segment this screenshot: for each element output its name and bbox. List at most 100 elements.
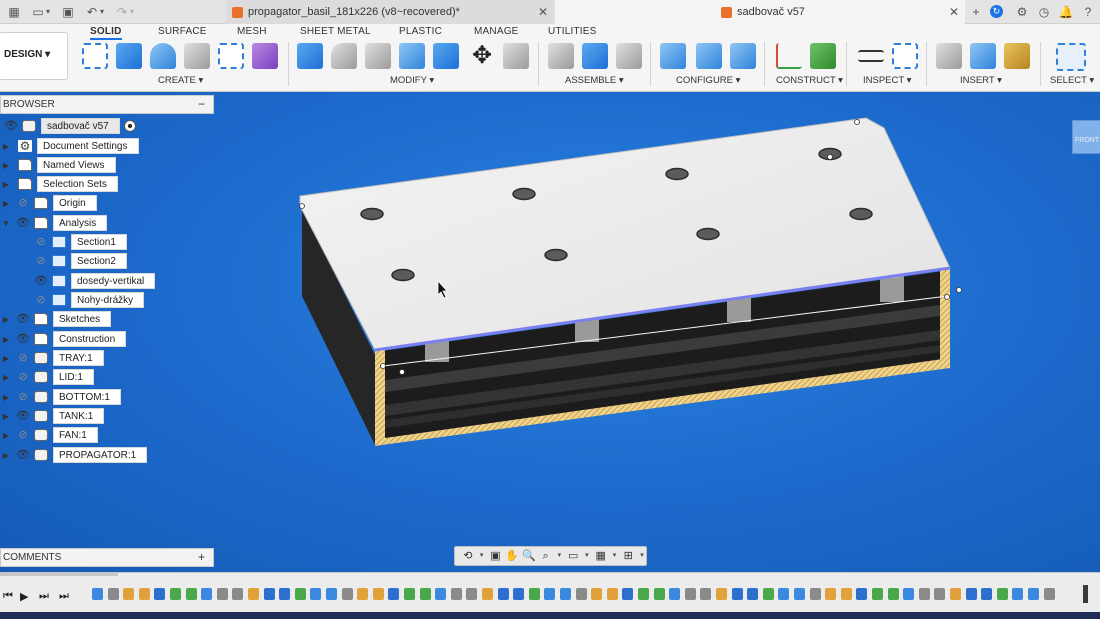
browser-item-nohy-drazky[interactable]: ⊘ Nohy-drážky — [34, 292, 145, 308]
timeline-feature-icon[interactable] — [263, 588, 275, 600]
visibility-eye-icon[interactable]: 👁 — [16, 448, 30, 462]
expand-arrow-icon[interactable]: ▶ — [2, 199, 10, 208]
timeline-feature-icon[interactable] — [747, 588, 759, 600]
browser-item-analysis[interactable]: ▼ 👁 Analysis — [2, 215, 108, 231]
timeline-feature-icon[interactable] — [404, 588, 415, 600]
timeline-feature-icon[interactable] — [544, 588, 556, 600]
browser-panel-header[interactable]: BROWSER − — [0, 95, 214, 114]
pan-icon[interactable]: ✋ — [505, 549, 519, 563]
browser-item-fan[interactable]: ▶ ⊘ FAN:1 — [2, 427, 98, 443]
timeline-feature-icon[interactable] — [216, 588, 228, 600]
visibility-eye-hidden-icon[interactable]: ⊘ — [34, 254, 48, 268]
timeline-feature-icon[interactable] — [872, 588, 883, 600]
chevron-down-icon[interactable]: ▾ — [583, 549, 591, 563]
browser-root[interactable]: 👁 sadbovač v57 — [4, 118, 136, 134]
browser-item-sketches[interactable]: ▶ 👁 Sketches — [3, 311, 112, 327]
timeline-feature-icon[interactable] — [185, 588, 197, 600]
visibility-eye-hidden-icon[interactable]: ⊘ — [34, 235, 48, 249]
expand-arrow-icon[interactable]: ▶ — [2, 373, 10, 382]
visibility-eye-icon[interactable]: 👁 — [16, 332, 30, 346]
browser-item-document-settings[interactable]: ▶ ⚙ Document Settings — [2, 138, 139, 154]
timeline-feature-icon[interactable] — [279, 588, 291, 600]
timeline-feature-icon[interactable] — [903, 588, 915, 600]
timeline-feature-icon[interactable] — [388, 588, 400, 600]
timeline-feature-icon[interactable] — [528, 588, 540, 600]
model-canvas[interactable] — [0, 0, 1100, 619]
timeline-feature-icon[interactable] — [840, 588, 852, 600]
browser-item-bottom[interactable]: ▶ ⊘ BOTTOM:1 — [2, 389, 121, 405]
orbit-icon[interactable]: ⟲ — [461, 549, 475, 563]
visibility-eye-hidden-icon[interactable]: ⊘ — [34, 293, 48, 307]
browser-item-construction[interactable]: ▶ 👁 Construction — [2, 331, 127, 347]
timeline-feature-icon[interactable] — [560, 588, 571, 600]
browser-item-origin[interactable]: ▶ ⊘ Origin — [2, 195, 97, 211]
visibility-eye-hidden-icon[interactable]: ⊘ — [16, 196, 30, 210]
timeline-feature-icon[interactable] — [154, 588, 166, 600]
go-to-start-icon[interactable]: ⏮ — [3, 590, 13, 603]
visibility-eye-hidden-icon[interactable]: ⊘ — [16, 390, 30, 404]
timeline-feature-icon[interactable] — [700, 588, 712, 600]
timeline-feature-icon[interactable] — [357, 588, 369, 600]
timeline-feature-icon[interactable] — [731, 588, 743, 600]
timeline-feature-icon[interactable] — [606, 588, 618, 600]
browser-item-section1[interactable]: ⊘ Section1 — [34, 234, 127, 250]
timeline-scrollbar[interactable] — [0, 573, 118, 576]
visibility-eye-icon[interactable]: 👁 — [34, 274, 48, 288]
timeline-feature-icon[interactable] — [575, 588, 587, 600]
play-icon[interactable]: ▶ — [20, 590, 28, 603]
visibility-eye-hidden-icon[interactable]: ⊘ — [16, 428, 30, 442]
expand-arrow-icon[interactable]: ▶ — [2, 412, 10, 421]
timeline-feature-icon[interactable] — [201, 588, 213, 600]
visibility-eye-icon[interactable]: 👁 — [4, 119, 18, 133]
timeline-feature-icon[interactable] — [123, 588, 135, 600]
expand-arrow-icon[interactable]: ▶ — [2, 142, 10, 151]
visibility-eye-hidden-icon[interactable]: ⊘ — [16, 370, 30, 384]
expand-arrow-icon[interactable]: ▶ — [2, 354, 10, 363]
view-cube-front-face[interactable]: FRONT — [1072, 120, 1100, 154]
visibility-eye-icon[interactable]: 👁 — [16, 409, 30, 423]
visibility-eye-hidden-icon[interactable]: ⊘ — [16, 351, 30, 365]
timeline-feature-icon[interactable] — [372, 588, 384, 600]
timeline-feature-icon[interactable] — [887, 588, 899, 600]
chevron-down-icon[interactable]: ▾ — [638, 549, 646, 563]
timeline-feature-icon[interactable] — [762, 588, 774, 600]
expand-arrow-icon[interactable]: ▶ — [2, 431, 10, 440]
timeline-feature-icon[interactable] — [326, 588, 337, 600]
grid-icon[interactable]: ▦ — [594, 549, 608, 563]
timeline-feature-icon[interactable] — [778, 588, 790, 600]
visibility-eye-icon[interactable]: 👁 — [16, 216, 30, 230]
timeline-feature-icon[interactable] — [981, 588, 993, 600]
timeline-feature-icon[interactable] — [591, 588, 603, 600]
timeline-feature-icon[interactable] — [856, 588, 868, 600]
timeline-feature-icon[interactable] — [107, 588, 119, 600]
expand-arrow-icon[interactable]: ▶ — [2, 393, 10, 402]
viewports-icon[interactable]: ⊞ — [621, 549, 635, 563]
browser-item-section2[interactable]: ⊘ Section2 — [34, 253, 127, 269]
go-to-end-icon[interactable]: ⏭ — [59, 590, 69, 603]
timeline-feature-icon[interactable] — [794, 588, 805, 600]
view-cube[interactable]: FRONT — [1066, 112, 1100, 154]
timeline-feature-icon[interactable] — [1043, 588, 1055, 600]
chevron-down-icon[interactable]: ▾ — [611, 549, 619, 563]
comments-panel-header[interactable]: COMMENTS + — [0, 548, 214, 567]
timeline-feature-icon[interactable] — [497, 588, 509, 600]
timeline-feature-icon[interactable] — [138, 588, 150, 600]
timeline-feature-icon[interactable] — [965, 588, 977, 600]
expand-arrow-icon[interactable]: ▶ — [2, 161, 10, 170]
timeline-feature-icon[interactable] — [825, 588, 837, 600]
timeline-feature-icon[interactable] — [513, 588, 525, 600]
step-forward-icon[interactable]: ⏭ — [39, 590, 49, 603]
timeline-feature-icon[interactable] — [638, 588, 649, 600]
browser-item-tray[interactable]: ▶ ⊘ TRAY:1 — [2, 350, 104, 366]
browser-item-selection-sets[interactable]: ▶ Selection Sets — [3, 176, 118, 192]
timeline-feature-icon[interactable] — [310, 588, 322, 600]
expand-arrow-icon[interactable]: ▶ — [2, 335, 10, 344]
browser-item-dosedy-vertikal[interactable]: 👁 dosedy-vertikal — [34, 273, 156, 289]
visibility-eye-icon[interactable]: 👁 — [16, 312, 30, 326]
timeline-feature-icon[interactable] — [622, 588, 634, 600]
look-at-icon[interactable]: ▣ — [489, 549, 503, 563]
timeline-feature-icon[interactable] — [482, 588, 493, 600]
timeline-feature-icon[interactable] — [419, 588, 431, 600]
timeline-feature-icon[interactable] — [716, 588, 727, 600]
add-comment-icon[interactable]: + — [198, 550, 205, 564]
